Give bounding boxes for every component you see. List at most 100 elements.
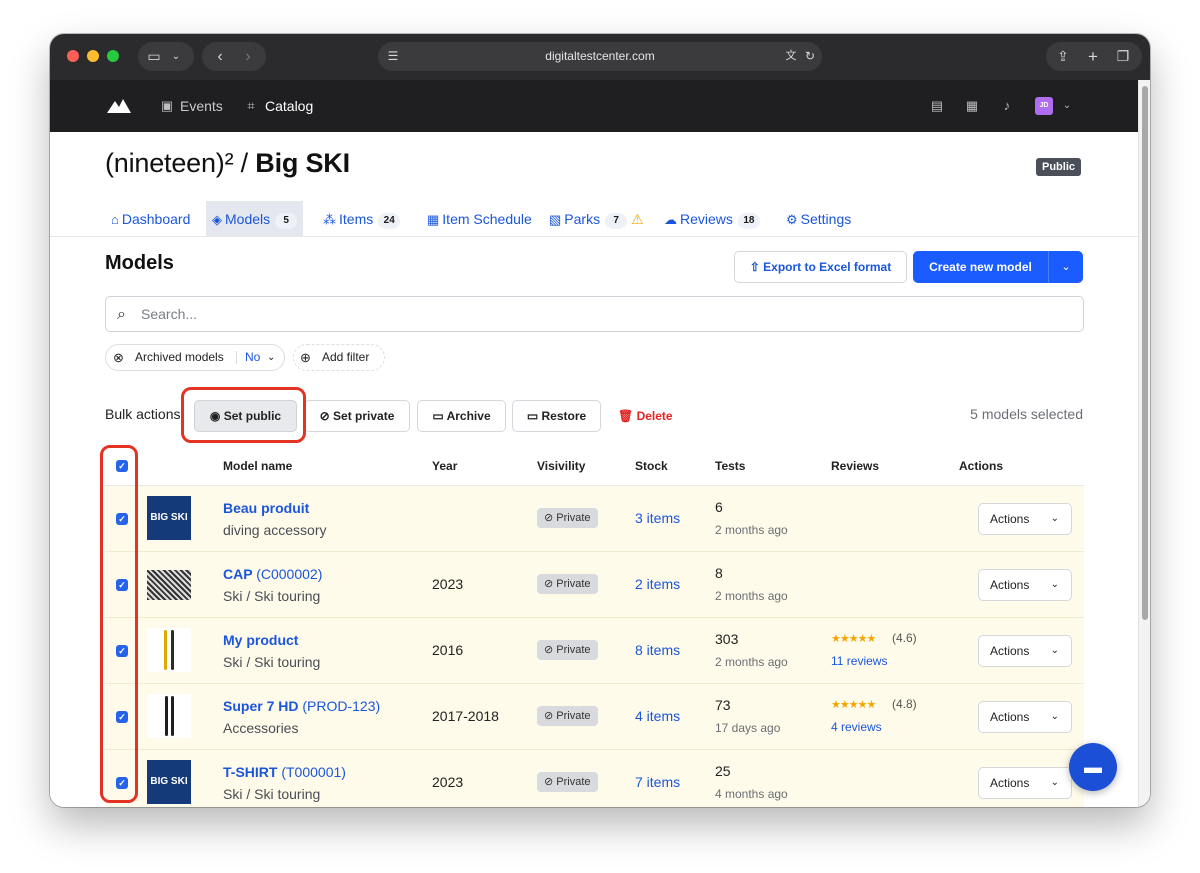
nav-events[interactable]: Events (180, 80, 223, 132)
stock-link[interactable]: 3 items (635, 510, 680, 526)
row-checkbox[interactable]: ✓ (116, 711, 128, 723)
reload-icon[interactable]: ↻ (802, 42, 818, 71)
reviews-link[interactable]: 11 reviews (831, 654, 887, 668)
model-name-link[interactable]: My product (223, 632, 298, 648)
row-checkbox[interactable]: ✓ (116, 579, 128, 591)
model-name-link[interactable]: CAP (C000002) (223, 566, 322, 582)
tab-parks[interactable]: ▧ Parks 7 ⚠ (549, 201, 644, 237)
filter-value[interactable]: No (245, 345, 260, 370)
chevron-down-icon: ⌄ (1061, 261, 1071, 273)
table-row[interactable]: ✓ My product Ski / Ski touring 2016 ⊘ Pr… (105, 618, 1084, 684)
bell-icon[interactable]: ♪ (999, 98, 1015, 114)
tab-items[interactable]: ⁂ Items 24 (323, 201, 401, 237)
archive-button[interactable]: ▭ Archive (417, 400, 506, 432)
forward-button[interactable]: › (236, 42, 260, 71)
delete-button[interactable]: 🗑 Delete (618, 400, 673, 432)
model-name-link[interactable]: T-SHIRT (T000001) (223, 764, 346, 780)
section-title: Models (105, 252, 174, 274)
column-header[interactable]: Model name (223, 446, 292, 486)
create-model-dropdown[interactable]: ⌄ (1048, 251, 1083, 283)
avatar[interactable]: JD (1035, 97, 1053, 115)
new-tab-icon[interactable]: + (1082, 42, 1104, 71)
row-checkbox[interactable]: ✓ (116, 777, 128, 789)
set-private-button[interactable]: ⊘ Set private (304, 400, 410, 432)
add-filter-button[interactable]: ⊕ Add filter (293, 344, 385, 371)
table-row[interactable]: ✓ Super 7 HD (PROD-123) Accessories 2017… (105, 684, 1084, 750)
visibility-badge: ⊘ Private (537, 706, 598, 726)
tests-count: 25 (715, 763, 731, 779)
tab-models[interactable]: ◈ Models 5 (206, 201, 304, 237)
product-thumbnail (147, 628, 191, 672)
row-actions-button[interactable]: Actions ⌄ (978, 503, 1072, 535)
table-row[interactable]: ✓ BIG SKI Beau produit diving accessory … (105, 486, 1084, 552)
eye-slash-icon: ⊘ (544, 512, 557, 524)
close-window-button[interactable] (67, 50, 79, 62)
sidebar-toggle[interactable]: ▭ ⌄ (138, 42, 194, 71)
page-title: (nineteen)² / Big SKI (105, 148, 350, 179)
model-name-link[interactable]: Beau produit (223, 500, 309, 516)
restore-button[interactable]: ▭ Restore (512, 400, 601, 432)
delete-label: Delete (636, 409, 673, 423)
sidebar-icon: ▭ (147, 48, 161, 64)
mountain-logo-icon[interactable] (107, 97, 131, 113)
archived-models-filter[interactable]: ⊗ Archived models No ⌄ (105, 344, 285, 371)
column-header[interactable]: Stock (635, 446, 668, 486)
column-header[interactable]: Year (432, 446, 457, 486)
scrollbar[interactable] (1138, 80, 1150, 807)
export-excel-button[interactable]: ⇧ Export to Excel format (734, 251, 907, 283)
stock-link[interactable]: 2 items (635, 576, 680, 592)
address-bar[interactable]: ☰ digitaltestcenter.com 文 ↻ (378, 42, 822, 71)
tab-dashboard[interactable]: ⌂ Dashboard (111, 201, 190, 237)
model-year: 2023 (432, 774, 464, 790)
qr-code-icon[interactable]: ▦ (964, 98, 980, 114)
calendar-icon: ▦ (427, 212, 440, 227)
stock-link[interactable]: 4 items (635, 708, 680, 724)
create-model-button[interactable]: Create new model (913, 251, 1048, 283)
zoom-window-button[interactable] (107, 50, 119, 62)
table-row[interactable]: ✓ BIG SKI T-SHIRT (T000001) Ski / Ski to… (105, 750, 1084, 807)
stock-link[interactable]: 7 items (635, 774, 680, 790)
search-icon: ⌕ (117, 306, 126, 323)
reviews-link[interactable]: 4 reviews (831, 720, 882, 734)
column-header[interactable]: Reviews (831, 446, 879, 486)
column-header[interactable]: Actions (959, 446, 1003, 486)
chevron-down-icon: ⌄ (267, 352, 276, 363)
chevron-down-icon[interactable]: ⌄ (1059, 98, 1075, 114)
share-icon[interactable]: ⇪ (1052, 42, 1074, 71)
back-button[interactable]: ‹ (208, 42, 232, 71)
set-public-button[interactable]: ◉ Set public (194, 400, 297, 432)
tab-label: Parks (564, 211, 601, 227)
row-actions-button[interactable]: Actions ⌄ (978, 569, 1072, 601)
tab-label: Models (225, 211, 271, 227)
bulk-actions-label: Bulk actions (105, 406, 181, 422)
tests-time: 2 months ago (715, 523, 788, 537)
tab-overview-icon[interactable]: ❐ (1112, 42, 1134, 71)
scrollbar-thumb[interactable] (1142, 86, 1148, 620)
row-actions-button[interactable]: Actions ⌄ (978, 767, 1072, 799)
row-checkbox[interactable]: ✓ (116, 513, 128, 525)
column-header[interactable]: Tests (715, 446, 745, 486)
select-all-checkbox[interactable]: ✓ (116, 460, 128, 472)
chat-button[interactable]: ▬ (1069, 743, 1117, 791)
nav-catalog[interactable]: Catalog (265, 80, 313, 132)
table-row[interactable]: ✓ CAP (C000002) Ski / Ski touring 2023 ⊘… (105, 552, 1084, 618)
stock-link[interactable]: 8 items (635, 642, 680, 658)
model-name-link[interactable]: Super 7 HD (PROD-123) (223, 698, 380, 714)
tests-count: 73 (715, 697, 731, 713)
tab-settings[interactable]: ⚙ Settings (786, 201, 851, 237)
comments-icon: ☁ (664, 212, 677, 227)
warning-icon: ⚠ (631, 211, 644, 227)
row-actions-button[interactable]: Actions ⌄ (978, 701, 1072, 733)
search-input[interactable]: ⌕ Search... (105, 296, 1084, 332)
model-name: CAP (223, 566, 253, 582)
translate-icon[interactable]: 文 (782, 42, 800, 71)
row-checkbox[interactable]: ✓ (116, 645, 128, 657)
book-icon[interactable]: ▤ (929, 98, 945, 114)
clear-filter-icon[interactable]: ⊗ (113, 345, 124, 370)
minimize-window-button[interactable] (87, 50, 99, 62)
tab-reviews[interactable]: ☁ Reviews 18 (664, 201, 760, 237)
row-actions-button[interactable]: Actions ⌄ (978, 635, 1072, 667)
column-header[interactable]: Visivility (537, 446, 585, 486)
visibility-badge: ⊘ Private (537, 574, 598, 594)
tab-item-schedule[interactable]: ▦ Item Schedule (427, 201, 532, 237)
